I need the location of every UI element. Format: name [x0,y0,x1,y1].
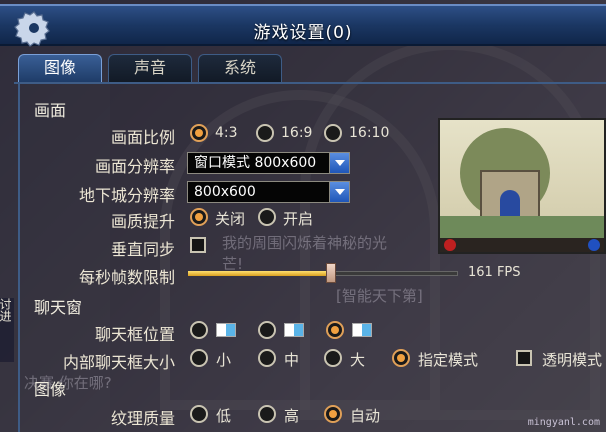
chat-position-right-icon [352,323,372,337]
chat-size-medium-radio[interactable] [258,349,276,367]
section-title-chat: 聊天窗 [34,298,83,317]
texture-auto-label: 自动 [350,407,381,425]
chat-transparent-label: 透明模式 [542,351,603,369]
window-title: 游戏设置(0) [253,23,353,43]
resolution-label: 画面分辨率 [94,157,175,176]
resolution-select[interactable]: 窗口模式 800x600 [187,152,350,174]
chat-position-middle-icon [284,323,304,337]
chevron-down-icon[interactable] [329,153,349,173]
aspect-ratio-16-10-radio[interactable] [324,124,342,142]
texture-high-label: 高 [284,407,300,425]
aspect-ratio-16-10-label: 16:10 [349,125,390,141]
background-badge-text: [智能天下第] [336,287,423,305]
vsync-label: 垂直同步 [110,240,175,259]
hp-orb-icon [444,239,456,251]
chat-size-custom-label: 指定模式 [418,351,479,369]
aspect-ratio-4-3-label: 4:3 [215,125,238,141]
texture-high-radio[interactable] [258,405,276,423]
chat-size-custom-radio[interactable] [392,349,410,367]
fps-value: 161 FPS [468,265,521,280]
texture-low-label: 低 [216,407,232,425]
dungeon-resolution-value: 800x600 [194,184,256,200]
dungeon-resolution-label: 地下城分辨率 [78,186,175,205]
quality-boost-label: 画质提升 [110,212,175,231]
tab-sound[interactable]: 声音 [108,54,192,82]
chat-position-middle-radio[interactable] [258,321,276,339]
resolution-value: 窗口模式 800x600 [194,155,317,171]
settings-window: 游戏设置(0) 图像 声音 系统 画面 画面比例 4:3 16:9 16:10 … [0,0,606,432]
quality-boost-on-radio[interactable] [258,208,276,226]
chevron-down-icon[interactable] [329,182,349,202]
background-chat-text: 我的周围闪烁着神秘的光芒! [222,234,388,273]
chat-position-label: 聊天框位置 [94,325,175,344]
chat-size-small-radio[interactable] [190,349,208,367]
fps-limit-label: 每秒帧数限制 [78,268,175,287]
quality-boost-off-label: 关闭 [215,210,246,228]
aspect-ratio-4-3-radio[interactable] [190,124,208,142]
quality-boost-off-radio[interactable] [190,208,208,226]
aspect-ratio-16-9-label: 16:9 [281,125,313,141]
chat-position-left-radio[interactable] [190,321,208,339]
tab-system[interactable]: 系统 [198,54,282,82]
texture-auto-radio[interactable] [324,405,342,423]
watermark-text: mingyanl.com [527,417,600,428]
texture-quality-label: 纹理质量 [110,409,175,428]
title-bar[interactable]: 游戏设置(0) [0,4,606,47]
section-title-screen: 画面 [34,101,67,120]
chat-size-large-radio[interactable] [324,349,342,367]
preview-hud [440,238,604,252]
texture-low-radio[interactable] [190,405,208,423]
aspect-ratio-label: 画面比例 [110,128,175,147]
chat-size-large-label: 大 [350,351,366,369]
chat-position-left-icon [216,323,236,337]
tab-bar: 图像 声音 系统 [18,54,282,82]
tab-graphics[interactable]: 图像 [18,54,102,82]
chat-size-small-label: 小 [216,351,232,369]
mp-orb-icon [588,239,600,251]
chat-size-medium-label: 中 [284,351,300,369]
section-title-image: 图像 [34,380,67,399]
quality-boost-on-label: 开启 [283,210,314,228]
vsync-checkbox[interactable] [190,237,206,253]
preview-image [438,118,606,254]
dungeon-resolution-select[interactable]: 800x600 [187,181,350,203]
chat-position-right-radio[interactable] [326,321,344,339]
chat-size-label: 内部聊天框大小 [62,353,175,372]
chat-transparent-checkbox[interactable] [516,350,532,366]
tab-divider [14,82,606,84]
aspect-ratio-16-9-radio[interactable] [256,124,274,142]
